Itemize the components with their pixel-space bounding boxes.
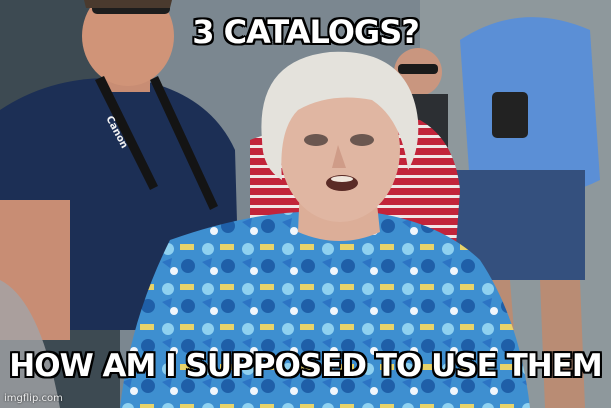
imgflip-watermark: imgflip.com (4, 393, 63, 404)
meme-image: Canon 3 CATALOGS? HOW AM I SUPPOSED TO U… (0, 0, 611, 408)
bottom-caption: HOW AM I SUPPOSED TO USE THEM (9, 348, 602, 384)
top-caption: 3 CATALOGS? (192, 13, 420, 51)
woman-right-eye (350, 134, 374, 146)
background-child-sunglasses (398, 64, 438, 74)
background-person-camera (492, 92, 528, 138)
man-hair (84, 0, 172, 8)
woman-left-eye (304, 134, 328, 146)
woman-teeth (331, 176, 353, 182)
